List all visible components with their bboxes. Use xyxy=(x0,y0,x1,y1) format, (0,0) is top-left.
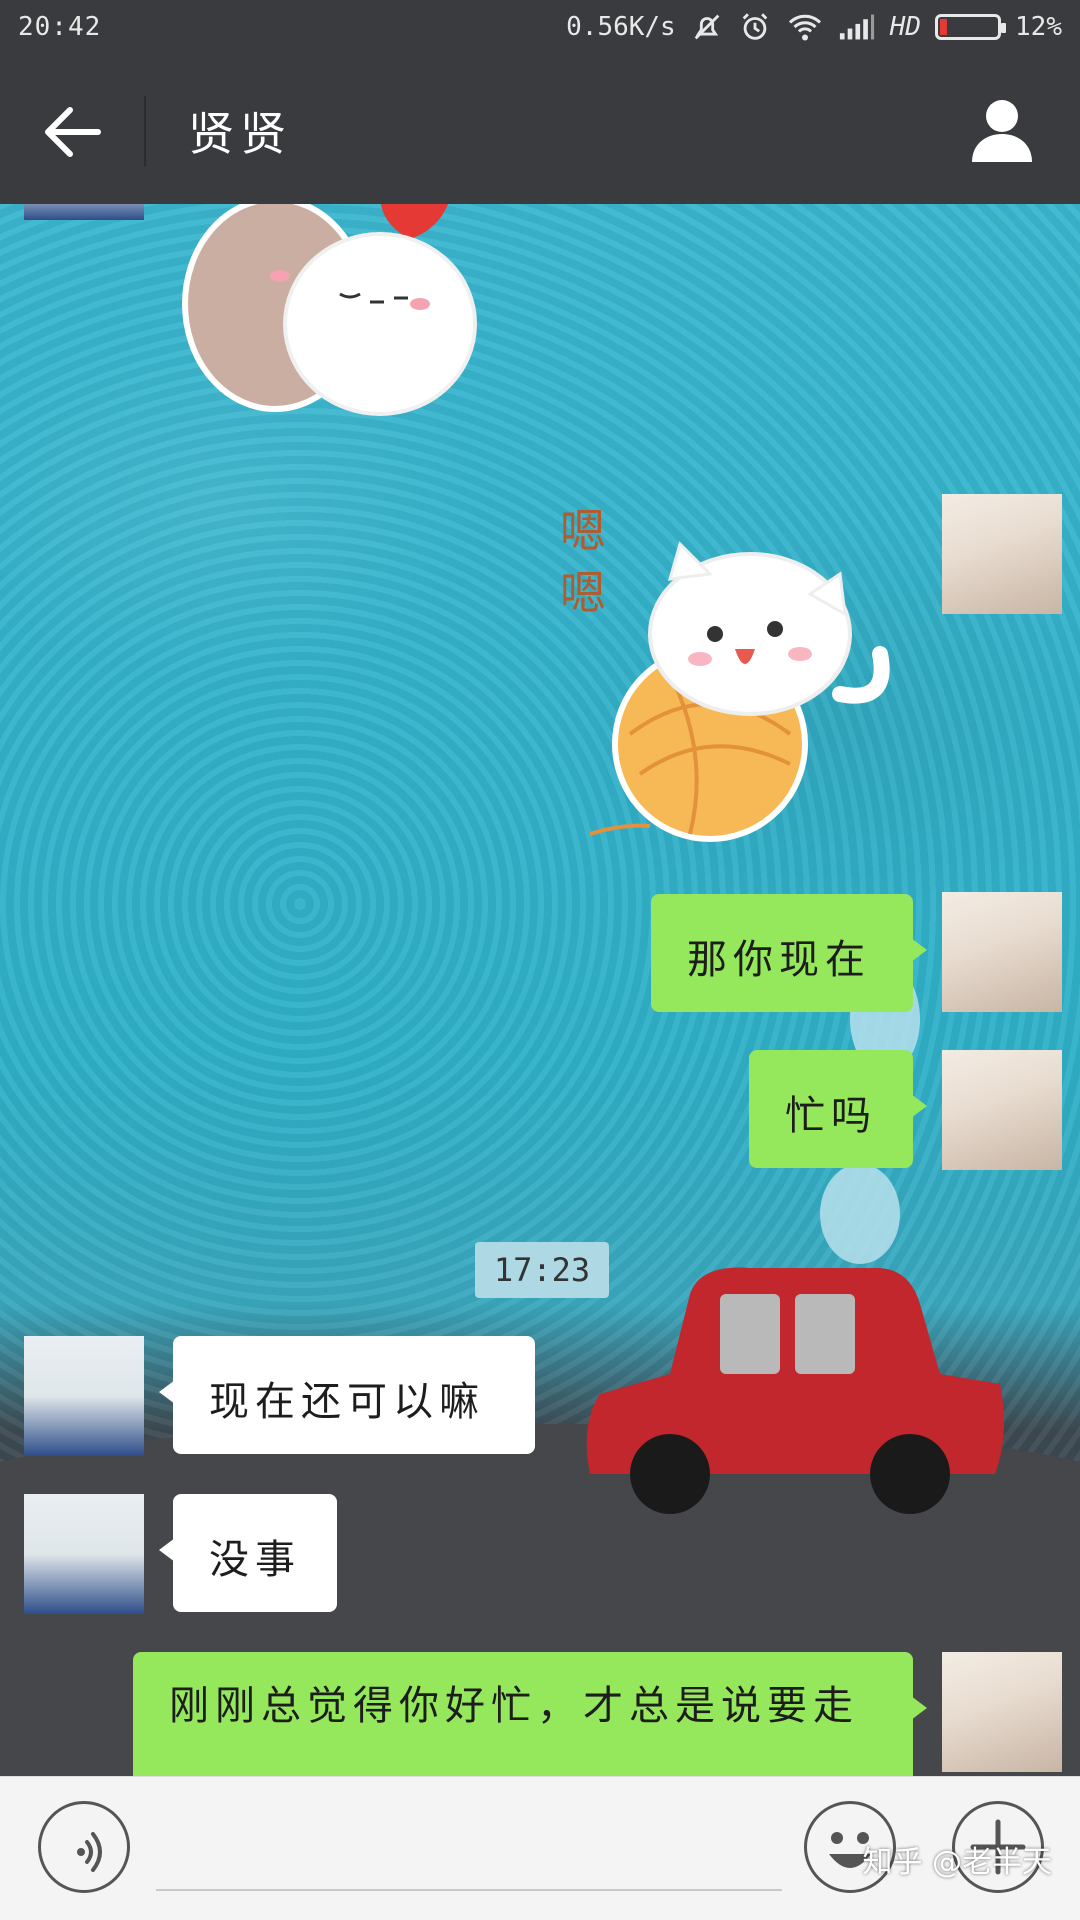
chat-title: 贤贤 xyxy=(188,107,292,161)
message-timestamp: 17:23 xyxy=(475,1242,609,1298)
cloud-decoration xyxy=(820,1164,900,1264)
message-bubble-sent[interactable]: 刚刚总觉得你好忙，才总是说要走 xyxy=(133,1652,927,1776)
profile-button[interactable] xyxy=(970,98,1034,164)
contact-avatar[interactable] xyxy=(24,1494,144,1614)
back-button[interactable] xyxy=(38,100,108,164)
status-right: 0.56K/s HD 12% xyxy=(566,10,1062,44)
input-bar: 知乎 @老半天 xyxy=(0,1776,1080,1920)
watermark: 知乎 @老半天 xyxy=(862,1845,1052,1880)
my-avatar[interactable] xyxy=(942,1050,1062,1170)
my-avatar[interactable] xyxy=(942,1652,1062,1772)
message-bubble-sent[interactable]: 那你现在 xyxy=(651,894,927,1012)
chat-area[interactable]: 嗯 嗯 那你现在 忙吗 17:23 现在还可以嘛 没事 刚刚总觉得你好忙，才总是… xyxy=(0,204,1080,1776)
hd-indicator: HD xyxy=(889,12,922,42)
alarm-icon xyxy=(742,13,768,40)
message-input[interactable] xyxy=(156,1807,782,1891)
wifi-icon xyxy=(788,14,821,41)
battery-percent: 12% xyxy=(1015,12,1062,42)
title-divider xyxy=(144,96,146,166)
title-bar: 贤贤 xyxy=(0,58,1080,204)
my-avatar[interactable] xyxy=(942,892,1062,1012)
chat-screen: 20:42 0.56K/s HD 12% 贤贤 嗯 嗯 那你现在 忙吗 17:2… xyxy=(0,0,1080,1920)
car-illustration xyxy=(586,1267,1004,1514)
arrow-left-icon xyxy=(45,107,101,157)
message-bubble-received[interactable]: 现在还可以嘛 xyxy=(159,1336,535,1454)
message-bubble-sent[interactable]: 忙吗 xyxy=(749,1050,927,1168)
contact-avatar[interactable] xyxy=(24,204,144,220)
voice-button[interactable] xyxy=(38,1801,130,1893)
net-speed: 0.56K/s xyxy=(566,12,676,42)
profile-icon xyxy=(972,100,1032,162)
status-time: 20:42 xyxy=(18,12,102,42)
my-avatar[interactable] xyxy=(942,494,1062,614)
hug-sticker[interactable] xyxy=(180,204,510,424)
voice-icon xyxy=(77,1832,102,1872)
contact-avatar[interactable] xyxy=(24,1336,144,1456)
signal-icon xyxy=(839,14,874,40)
mute-bell-icon xyxy=(694,14,720,40)
battery-icon xyxy=(935,14,1007,40)
status-bar: 20:42 0.56K/s HD 12% xyxy=(0,0,1080,58)
message-bubble-received[interactable]: 没事 xyxy=(159,1494,337,1612)
cat-yarn-sticker[interactable] xyxy=(590,534,910,844)
